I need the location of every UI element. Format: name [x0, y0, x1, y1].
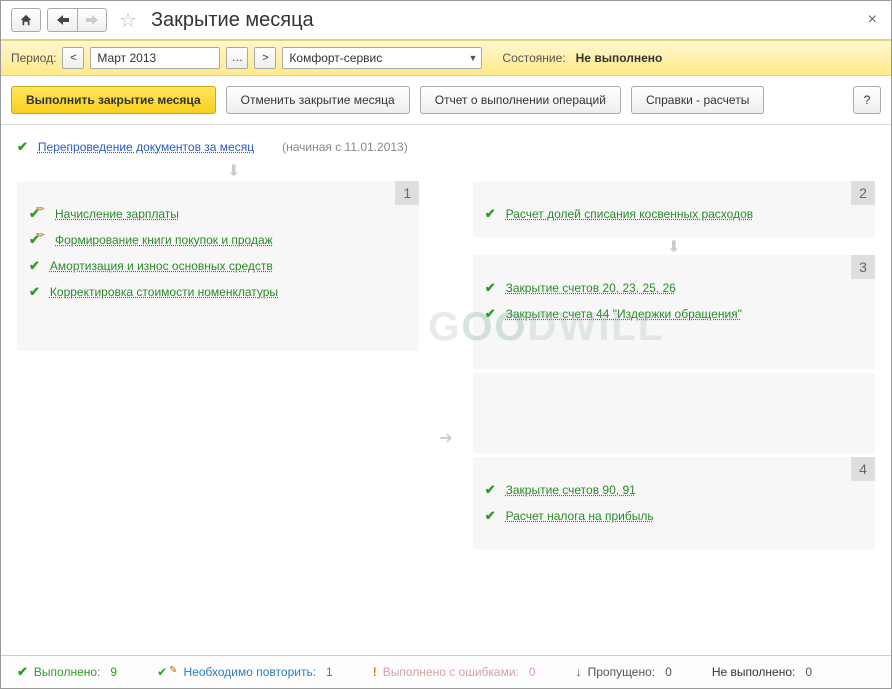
flow-arrow-right-icon: ➔ [439, 428, 452, 448]
check-icon: ✔ [485, 280, 496, 296]
check-icon: ✔ [17, 664, 28, 680]
nav-back-forward [47, 8, 107, 32]
action-bar: Выполнить закрытие месяца Отменить закры… [1, 76, 891, 125]
footer-repeat: ✔✎ Необходимо повторить: 1 [157, 665, 333, 679]
organization-value: Комфорт-сервис [289, 51, 382, 65]
op-row: ✔ Закрытие счетов 20, 23, 25, 26 [483, 275, 865, 301]
column-2: 2 ✔ Расчет долей списания косвенных расх… [473, 181, 875, 655]
period-value: Март 2013 [97, 51, 156, 65]
check-pencil-icon: ✔✎ [29, 232, 45, 248]
period-field[interactable]: Март 2013 [90, 47, 220, 69]
check-icon: ✔ [485, 482, 496, 498]
content-area: ✔ Перепроведение документов за месяц (на… [1, 125, 891, 655]
check-icon: ✔ [485, 508, 496, 524]
flow-arrow-down-icon: ⬇ [227, 165, 875, 179]
window-title: Закрытие месяца [151, 9, 314, 32]
skip-count: 0 [665, 665, 672, 679]
skip-icon: ↓ [576, 665, 582, 679]
error-icon: ! [373, 665, 377, 679]
footer-notdone: Не выполнено: 0 [712, 665, 812, 679]
organization-field[interactable]: Комфорт-сервис ▼ [282, 47, 482, 69]
done-label: Выполнено: [34, 665, 100, 679]
group-1: 1 ✔✎ Начисление зарплаты ✔✎ Формирование… [17, 181, 419, 351]
period-next-button[interactable]: > [254, 47, 276, 69]
columns: 1 ✔✎ Начисление зарплаты ✔✎ Формирование… [17, 181, 875, 655]
forward-button[interactable] [77, 8, 107, 32]
spacer [473, 373, 875, 453]
footer-skip: ↓ Пропущено: 0 [576, 665, 672, 679]
error-label: Выполнено с ошибками: [383, 665, 519, 679]
repeat-label: Необходимо повторить: [184, 665, 317, 679]
op-book[interactable]: Формирование книги покупок и продаж [55, 233, 273, 247]
status-footer: ✔ Выполнено: 9 ✔✎ Необходимо повторить: … [1, 655, 891, 688]
op-row: ✔ Закрытие счета 44 "Издержки обращения" [483, 301, 865, 327]
op-salary[interactable]: Начисление зарплаты [55, 207, 179, 221]
check-icon: ✔ [17, 139, 28, 155]
check-pencil-icon: ✔✎ [29, 206, 45, 222]
repeat-count: 1 [326, 665, 333, 679]
period-label: Период: [11, 51, 56, 65]
op-close-44[interactable]: Закрытие счета 44 "Издержки обращения" [506, 307, 742, 321]
status-label: Состояние: [502, 51, 565, 65]
check-icon: ✔ [485, 206, 496, 222]
close-button[interactable]: × [864, 7, 881, 33]
group-number-2: 2 [851, 181, 875, 205]
op-row: ✔ Амортизация и износ основных средств [27, 253, 409, 279]
footer-error: ! Выполнено с ошибками: 0 [373, 665, 536, 679]
op-row: ✔ Расчет налога на прибыль [483, 503, 865, 529]
group-number-3: 3 [851, 255, 875, 279]
operations-report-button[interactable]: Отчет о выполнении операций [420, 86, 621, 114]
check-icon: ✔ [29, 284, 40, 300]
group-number-4: 4 [851, 457, 875, 481]
check-icon: ✔ [29, 258, 40, 274]
dropdown-icon: ▼ [469, 53, 478, 63]
reprovisioning-row: ✔ Перепроведение документов за месяц (на… [17, 133, 875, 163]
op-row: ✔ Закрытие счетов 90, 91 [483, 477, 865, 503]
month-close-window: ☆ Закрытие месяца × Период: < Март 2013 … [0, 0, 892, 689]
op-row: ✔ Расчет долей списания косвенных расход… [483, 201, 865, 227]
op-row: ✔ Корректировка стоимости номенклатуры [27, 279, 409, 305]
notdone-count: 0 [805, 665, 812, 679]
repeat-icon: ✔✎ [157, 665, 177, 679]
error-count: 0 [529, 665, 536, 679]
group-number-1: 1 [395, 181, 419, 205]
op-close-20[interactable]: Закрытие счетов 20, 23, 25, 26 [506, 281, 676, 295]
column-1: 1 ✔✎ Начисление зарплаты ✔✎ Формирование… [17, 181, 419, 655]
op-row: ✔✎ Начисление зарплаты [27, 201, 409, 227]
titlebar: ☆ Закрытие месяца × [1, 1, 891, 40]
footer-done: ✔ Выполнено: 9 [17, 664, 117, 680]
cancel-close-button[interactable]: Отменить закрытие месяца [226, 86, 410, 114]
reprov-link[interactable]: Перепроведение документов за месяц [38, 140, 254, 154]
back-button[interactable] [47, 8, 77, 32]
op-row: ✔✎ Формирование книги покупок и продаж [27, 227, 409, 253]
reprov-note: (начиная с 11.01.2013) [282, 140, 408, 154]
help-button[interactable]: ? [853, 86, 881, 114]
status-value: Не выполнено [576, 51, 663, 65]
home-button[interactable] [11, 8, 41, 32]
favorite-star-icon[interactable]: ☆ [119, 8, 137, 33]
op-indirect-costs[interactable]: Расчет долей списания косвенных расходов [506, 207, 754, 221]
flow-arrow-down-icon: ⬇ [473, 241, 875, 255]
notdone-label: Не выполнено: [712, 665, 796, 679]
period-bar: Период: < Март 2013 … > Комфорт-сервис ▼… [1, 40, 891, 76]
skip-label: Пропущено: [588, 665, 656, 679]
group-3: 3 ✔ Закрытие счетов 20, 23, 25, 26 ✔ Зак… [473, 255, 875, 369]
group-4: 4 ✔ Закрытие счетов 90, 91 ✔ Расчет нало… [473, 457, 875, 549]
op-cost-correction[interactable]: Корректировка стоимости номенклатуры [50, 285, 278, 299]
check-icon: ✔ [485, 306, 496, 322]
references-button[interactable]: Справки - расчеты [631, 86, 764, 114]
period-select-button[interactable]: … [226, 47, 248, 69]
period-prev-button[interactable]: < [62, 47, 84, 69]
op-amortization[interactable]: Амортизация и износ основных средств [50, 259, 273, 273]
done-count: 9 [110, 665, 117, 679]
op-close-90[interactable]: Закрытие счетов 90, 91 [506, 483, 636, 497]
op-profit-tax[interactable]: Расчет налога на прибыль [506, 509, 654, 523]
group-2: 2 ✔ Расчет долей списания косвенных расх… [473, 181, 875, 237]
execute-close-button[interactable]: Выполнить закрытие месяца [11, 86, 216, 114]
